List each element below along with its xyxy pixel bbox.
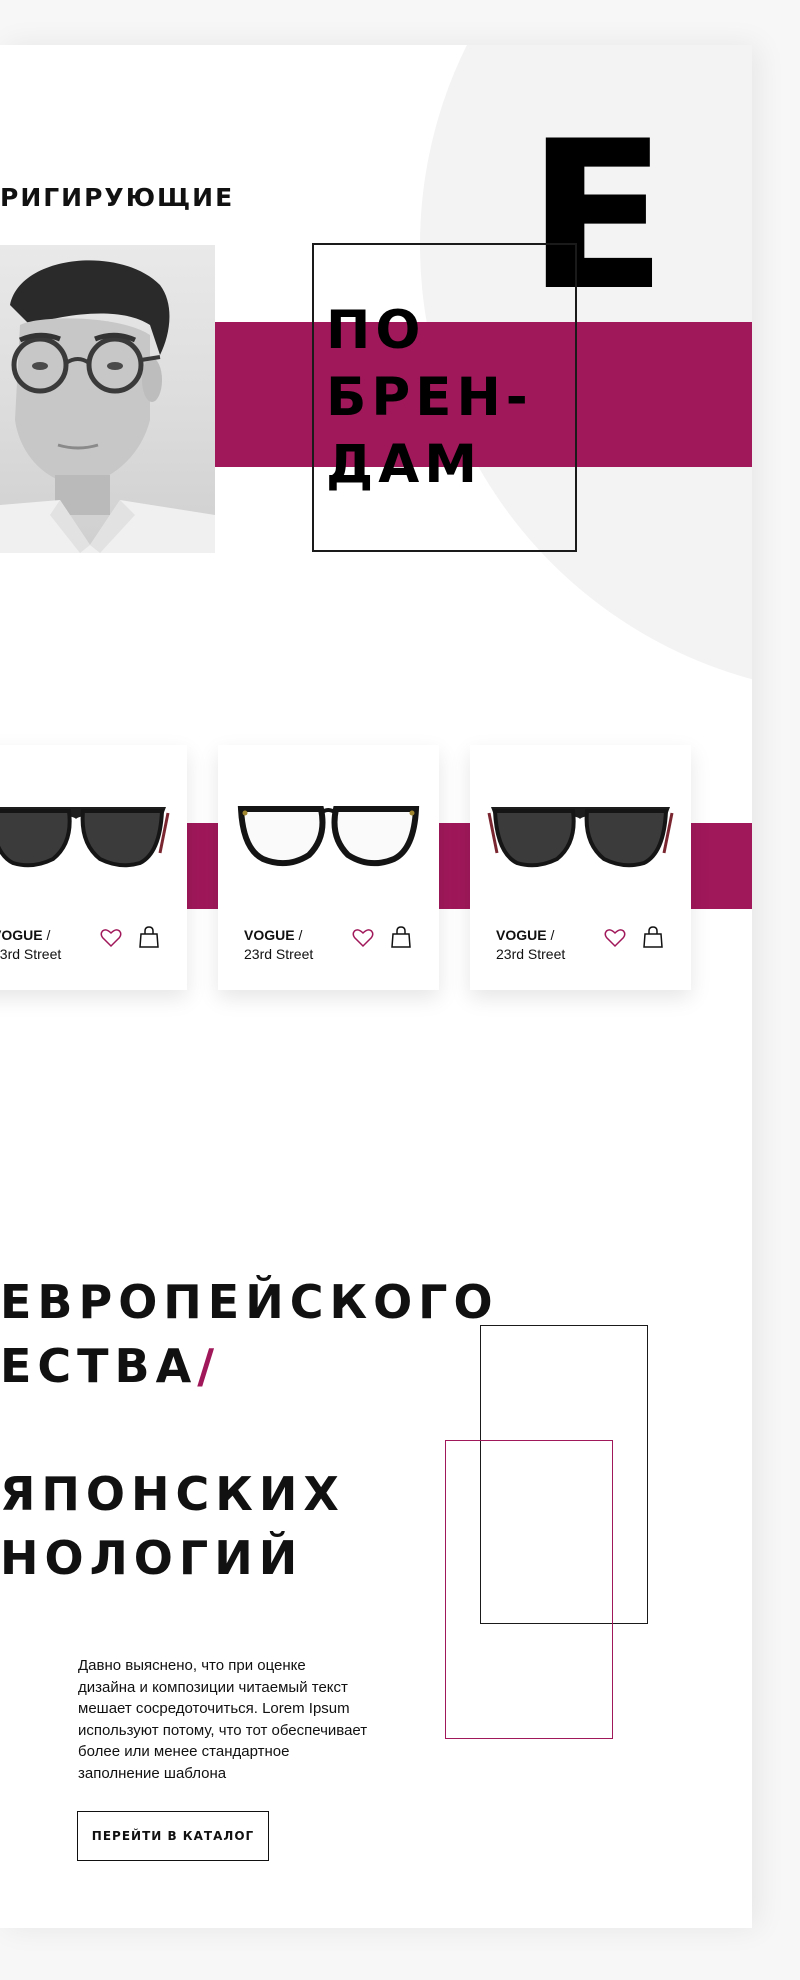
product-card[interactable]: VOGUE / 23rd Street: [470, 745, 691, 990]
heart-icon[interactable]: [352, 928, 374, 948]
go-to-catalog-button[interactable]: ПЕРЕЙТИ В КАТАЛОГ: [77, 1811, 269, 1861]
brand-title-line-1: ПО: [326, 300, 426, 361]
bag-icon[interactable]: [139, 926, 159, 948]
description-line: заполнение шаблона: [78, 1764, 227, 1782]
product-brand: VOGUE: [496, 927, 547, 943]
product-model: 23rd Street: [244, 946, 314, 962]
description-line: Давно выяснено, что при оценке: [78, 1657, 306, 1674]
eyeglasses-image: [237, 806, 420, 867]
hero-kicker: РИГИРУЮЩИЕ: [0, 183, 235, 212]
heart-icon[interactable]: [100, 928, 122, 948]
headline-line-2: ЕСТВА/: [0, 1334, 499, 1398]
caption-separator: /: [546, 927, 555, 943]
headline-spacer: [0, 1398, 499, 1462]
product-brand: VOGUE: [244, 927, 295, 943]
decorative-frame-accent: [445, 1440, 613, 1739]
bag-icon[interactable]: [391, 926, 411, 948]
section-headline: ЕВРОПЕЙСКОГО ЕСТВА/ ЯПОНСКИХ НОЛОГИЙ: [0, 1270, 499, 1590]
product-model: 23rd Street: [0, 946, 62, 962]
brand-title-line-2: БРЕН-: [326, 367, 533, 428]
product-caption: VOGUE / 23rd Street: [496, 926, 565, 964]
product-model: 23rd Street: [496, 946, 566, 962]
description-line: дизайна и композиции читаемый текст: [78, 1678, 348, 1696]
description-line: мешает сосредоточиться. Lorem Ipsum: [78, 1700, 350, 1717]
sunglasses-image: [487, 807, 674, 868]
product-caption: VOGUE / 23rd Street: [0, 926, 61, 964]
headline-line-4: НОЛОГИЙ: [0, 1531, 304, 1585]
caption-separator: /: [294, 927, 303, 943]
headline-line-2-text: ЕСТВА: [0, 1339, 198, 1393]
headline-line-3: ЯПОНСКИХ: [0, 1467, 345, 1521]
description-line: более или менее стандартное: [78, 1743, 290, 1760]
product-brand: VOGUE: [0, 927, 43, 943]
product-caption: VOGUE / 23rd Street: [244, 926, 313, 964]
page-canvas: РИГИРУЮЩИЕ E ПО БРЕН- ДАМ OGUE / 3rd Str…: [0, 45, 752, 1928]
section-description: Давно выяснено, что при оценке дизайна и…: [78, 1655, 378, 1784]
heart-icon[interactable]: [604, 928, 626, 948]
description-line: используют потому, что тот обеспечивает: [78, 1721, 368, 1739]
product-card[interactable]: VOGUE / 23rd Street: [0, 745, 187, 990]
accent-slash: /: [197, 1339, 221, 1393]
brand-title-line-3: ДАМ: [326, 434, 482, 495]
brands-link-title[interactable]: ПО БРЕН- ДАМ: [326, 297, 533, 498]
headline-line-1: ЕВРОПЕЙСКОГО: [0, 1275, 499, 1329]
bag-icon[interactable]: [643, 926, 663, 948]
portrait-photo: [0, 245, 215, 553]
caption-separator: /: [42, 927, 51, 943]
product-card[interactable]: VOGUE / 23rd Street: [218, 745, 439, 990]
sunglasses-image: [0, 807, 170, 868]
